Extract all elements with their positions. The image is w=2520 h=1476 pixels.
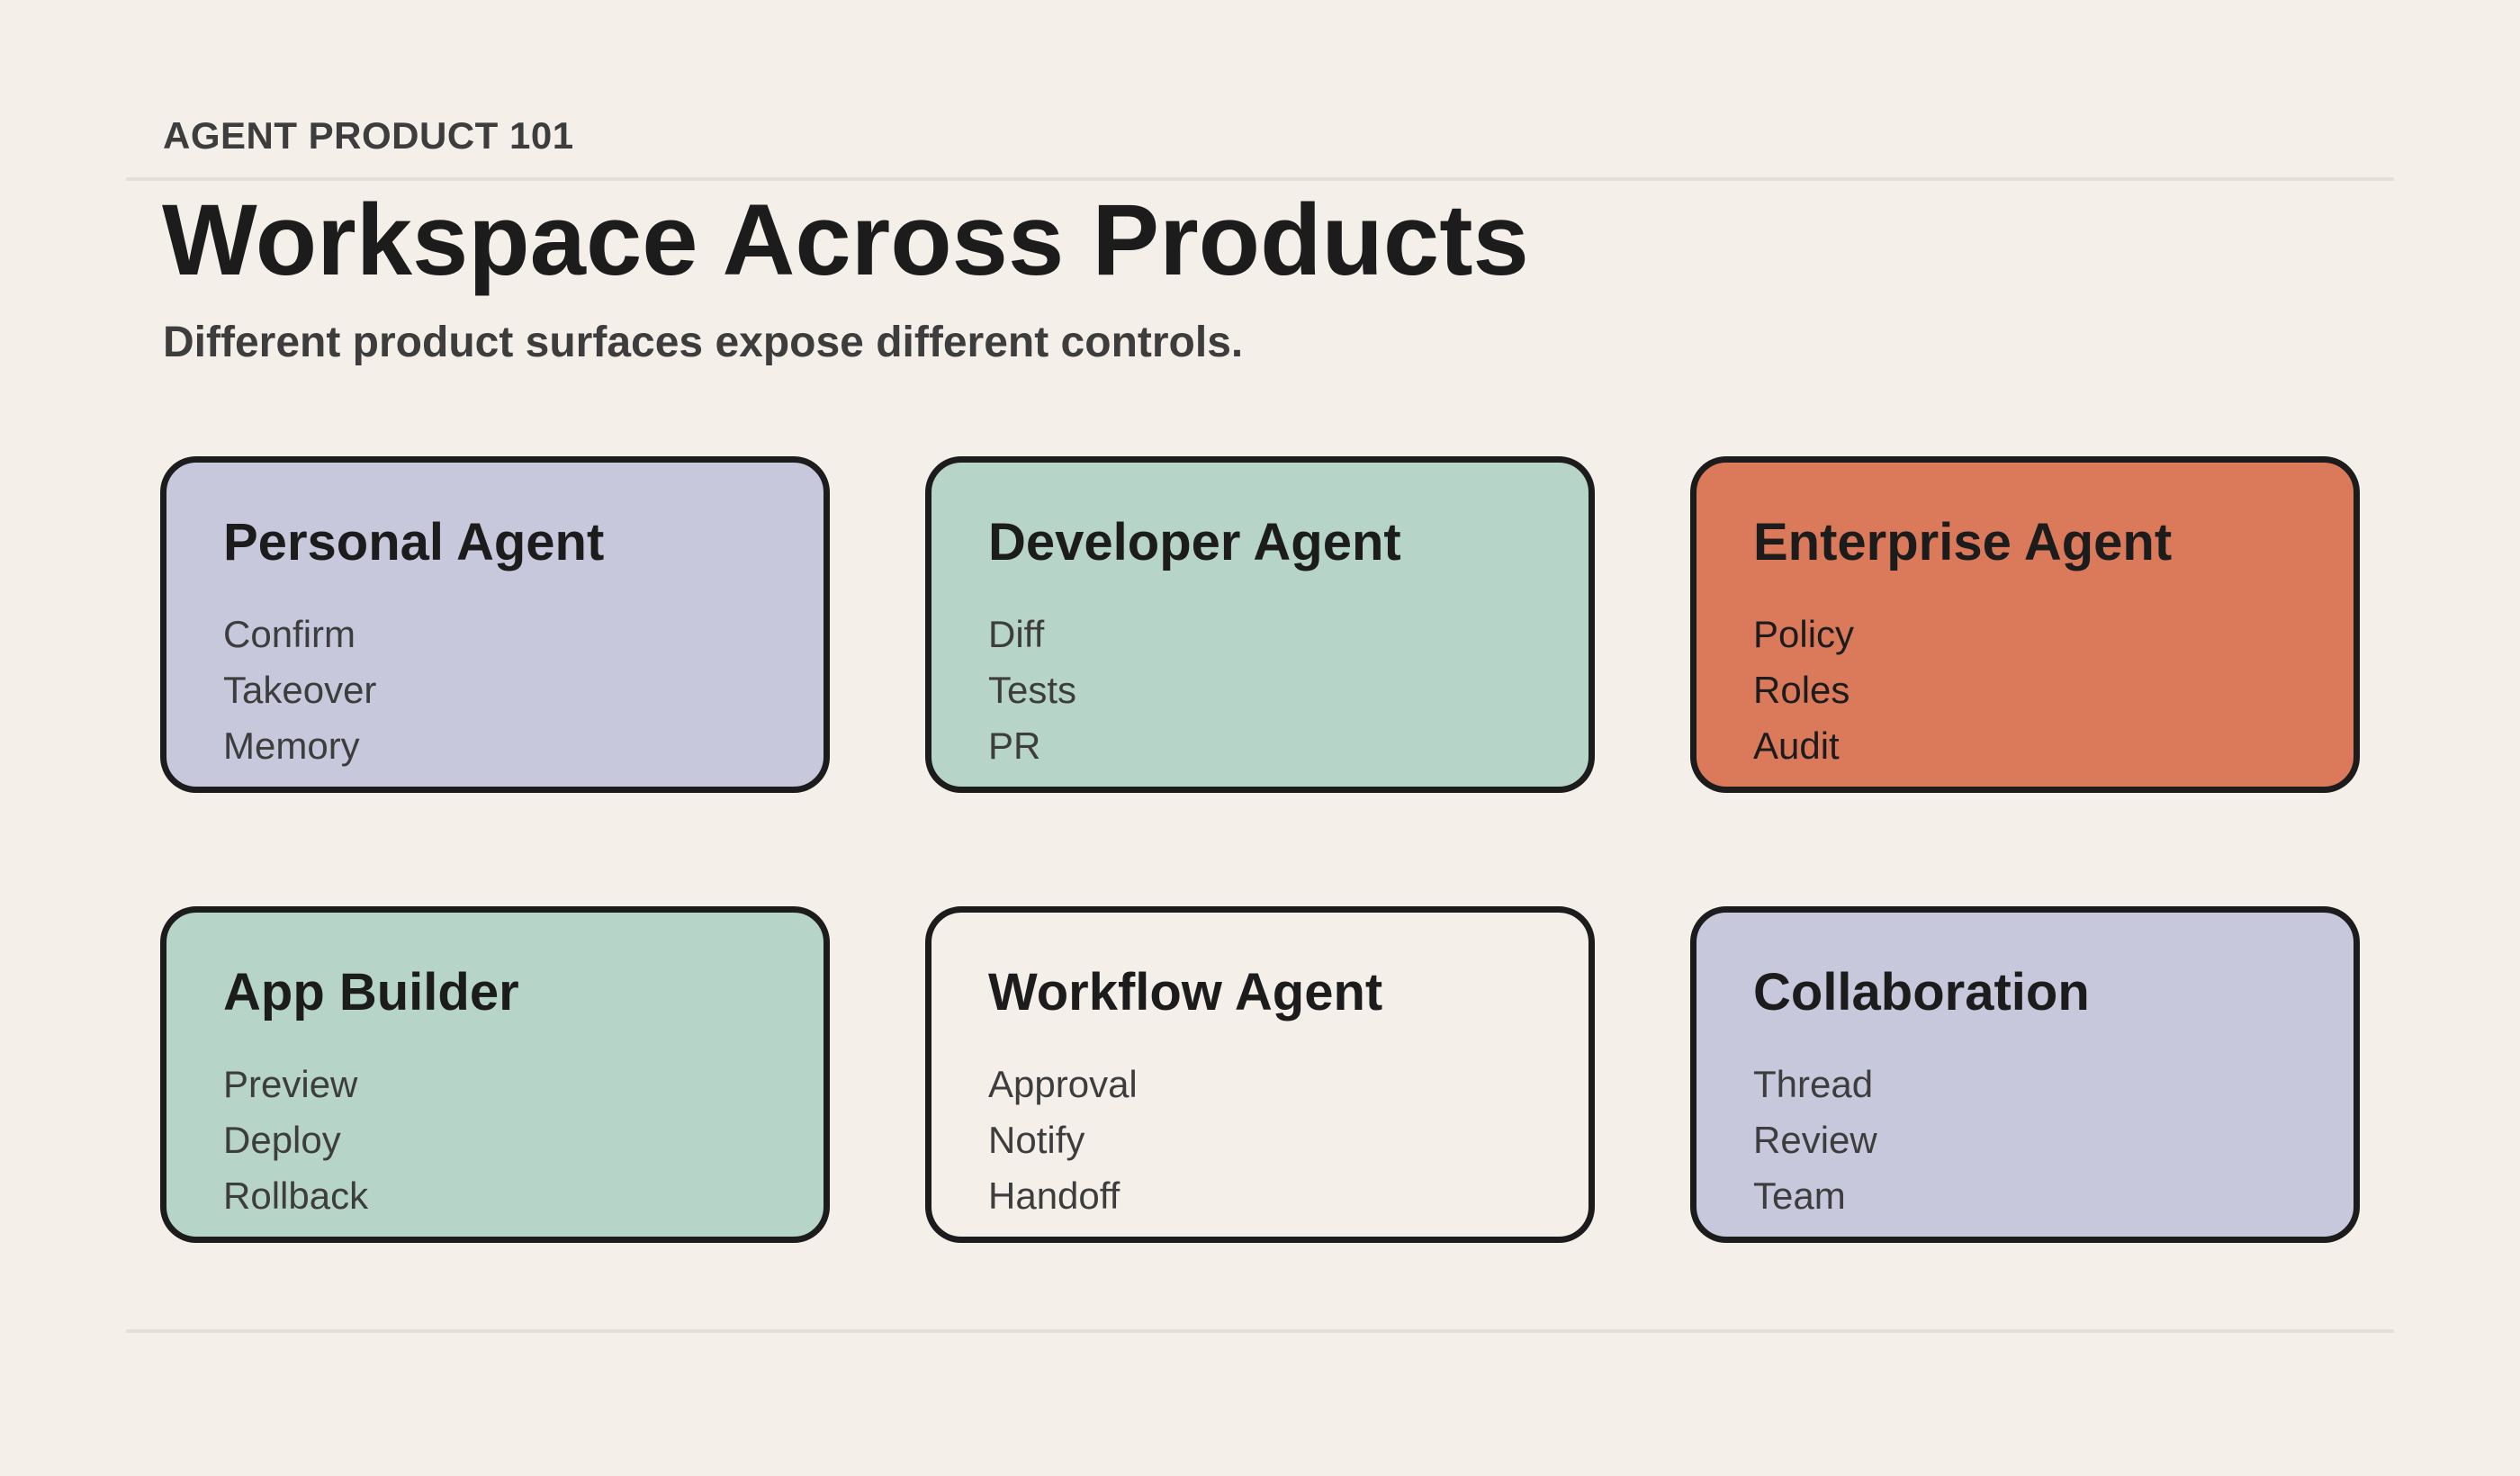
card-title: App Builder (223, 963, 519, 1022)
card-title: Collaboration (1753, 963, 2090, 1022)
card-title: Enterprise Agent (1753, 513, 2173, 572)
card-item: Approval (988, 1063, 1138, 1105)
card-item-list: Preview Deploy Rollback (223, 1057, 368, 1224)
card-developer-agent: Developer Agent Diff Tests PR (925, 456, 1595, 793)
card-item: Rollback (223, 1174, 369, 1217)
card-item-list: Diff Tests PR (988, 607, 1076, 774)
card-workflow-agent: Workflow Agent Approval Notify Handoff (925, 906, 1595, 1243)
card-item-list: Approval Notify Handoff (988, 1057, 1138, 1224)
page-title: Workspace Across Products (162, 184, 1529, 296)
card-item-list: Policy Roles Audit (1753, 607, 1854, 774)
card-item: Diff (988, 613, 1045, 655)
card-app-builder: App Builder Preview Deploy Rollback (160, 906, 830, 1243)
card-item: Tests (988, 669, 1077, 711)
card-collaboration: Collaboration Thread Review Team (1690, 906, 2360, 1243)
card-item: Memory (223, 724, 360, 767)
card-item: Handoff (988, 1174, 1120, 1217)
card-item: PR (988, 724, 1041, 767)
card-item: Team (1753, 1174, 1846, 1217)
card-item-list: Thread Review Team (1753, 1057, 1877, 1224)
card-title: Developer Agent (988, 513, 1401, 572)
card-item: Thread (1753, 1063, 1874, 1105)
card-item: Confirm (223, 613, 356, 655)
card-title: Workflow Agent (988, 963, 1383, 1022)
top-divider (126, 177, 2394, 181)
card-item: Policy (1753, 613, 1855, 655)
card-title: Personal Agent (223, 513, 605, 572)
card-item: Review (1753, 1119, 1877, 1161)
card-item: Preview (223, 1063, 358, 1105)
page-subtitle: Different product surfaces expose differ… (163, 319, 1244, 366)
card-item: Roles (1753, 669, 1850, 711)
eyebrow-label: AGENT PRODUCT 101 (163, 114, 574, 157)
card-enterprise-agent: Enterprise Agent Policy Roles Audit (1690, 456, 2360, 793)
card-item-list: Confirm Takeover Memory (223, 607, 376, 774)
card-item: Audit (1753, 724, 1840, 767)
card-item: Takeover (223, 669, 377, 711)
bottom-divider (126, 1329, 2394, 1333)
card-personal-agent: Personal Agent Confirm Takeover Memory (160, 456, 830, 793)
card-item: Notify (988, 1119, 1085, 1161)
card-item: Deploy (223, 1119, 341, 1161)
